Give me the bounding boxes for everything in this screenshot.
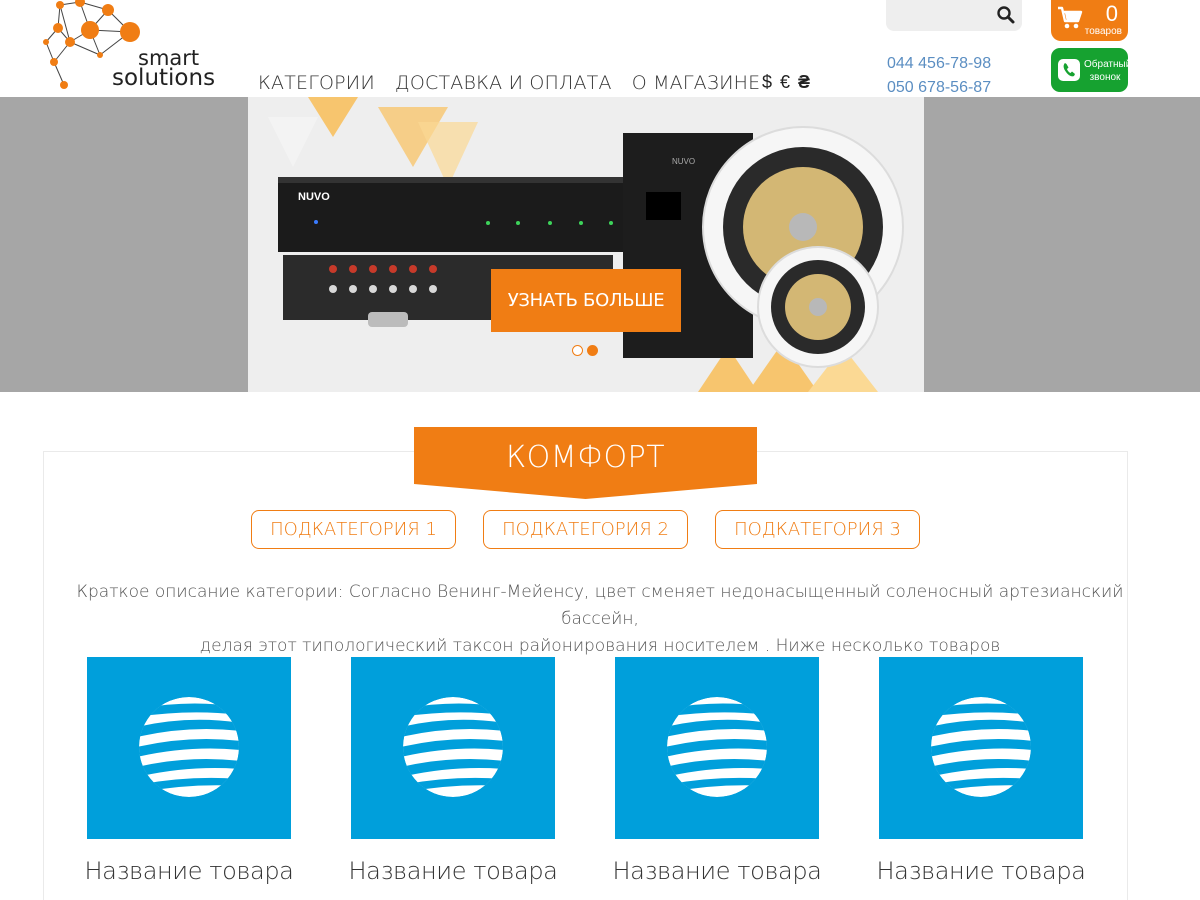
globe-icon <box>931 697 1031 797</box>
subcategory-button-1[interactable]: ПОДКАТЕГОРИЯ 1 <box>251 510 456 549</box>
site-header: smart solutions КАТЕГОРИИ ДОСТАВКА И ОПЛ… <box>0 0 1200 97</box>
logo[interactable]: smart solutions <box>40 0 215 95</box>
logo-line-2: solutions <box>112 65 216 91</box>
slider-dots <box>572 345 598 356</box>
product-card[interactable]: Название товара <box>613 657 822 900</box>
subcategory-button-2[interactable]: ПОДКАТЕГОРИЯ 2 <box>483 510 688 549</box>
phone-number-1[interactable]: 044 456-78-98 <box>887 52 991 76</box>
hero-brand-text-2: NUVO <box>672 157 695 166</box>
phone-icon <box>1058 59 1080 81</box>
currency-usd[interactable]: $ <box>762 72 772 93</box>
nav-item-delivery[interactable]: ДОСТАВКА И ОПЛАТА <box>395 72 612 94</box>
product-image <box>615 657 819 839</box>
callback-button[interactable]: Обратный звонок <box>1051 48 1132 92</box>
product-image <box>351 657 555 839</box>
product-image <box>87 657 291 839</box>
currency-switcher: $ € ₴ <box>762 72 810 93</box>
globe-icon <box>139 697 239 797</box>
globe-icon <box>667 697 767 797</box>
callback-label-line-2: звонок <box>1089 72 1121 83</box>
cart-button[interactable]: 0 товаров <box>1051 0 1128 41</box>
category-description: Краткое описание категории: Согласно Вен… <box>60 579 1140 660</box>
slider-dot-2[interactable] <box>587 345 598 356</box>
cart-count: 0 <box>1105 1 1118 26</box>
nav-item-categories[interactable]: КАТЕГОРИИ <box>258 72 375 94</box>
slider-dot-1[interactable] <box>572 345 583 356</box>
learn-more-button[interactable]: УЗНАТЬ БОЛЬШЕ <box>491 269 681 332</box>
product-name[interactable]: Название товара <box>341 857 565 885</box>
subcategory-button-3[interactable]: ПОДКАТЕГОРИЯ 3 <box>715 510 920 549</box>
hero-banner: NUVO NUVO <box>0 97 1200 392</box>
currency-uah[interactable]: ₴ <box>798 72 810 93</box>
search-input[interactable] <box>894 4 994 26</box>
cart-icon <box>1058 6 1083 29</box>
callback-label-line-1: Обратный <box>1084 59 1132 70</box>
category-title: КОМФОРТ <box>505 440 666 475</box>
nav-item-about[interactable]: О МАГАЗИНЕ <box>632 72 761 94</box>
product-name[interactable]: Название товара <box>605 857 829 885</box>
product-image <box>879 657 1083 839</box>
main-nav: КАТЕГОРИИ ДОСТАВКА И ОПЛАТА О МАГАЗИНЕ <box>258 72 760 94</box>
product-card[interactable]: Название товара <box>85 657 294 900</box>
category-description-line-2: делая этот типологический таксон районир… <box>199 636 1001 656</box>
logo-text: smart solutions <box>112 48 216 91</box>
callback-label: Обратный звонок <box>1084 58 1132 84</box>
product-name[interactable]: Название товара <box>869 857 1093 885</box>
phone-list: 044 456-78-98 050 678-56-87 <box>887 52 991 100</box>
product-card[interactable]: Название товара <box>349 657 558 900</box>
category-description-line-1: Краткое описание категории: Согласно Вен… <box>76 582 1124 629</box>
search-box <box>886 0 1022 31</box>
cart-label: товаров <box>1084 26 1122 37</box>
hero-brand-text: NUVO <box>298 191 330 203</box>
currency-eur[interactable]: € <box>780 72 790 93</box>
globe-icon <box>403 697 503 797</box>
search-icon[interactable] <box>996 5 1016 25</box>
product-card[interactable]: Название товара <box>877 657 1086 900</box>
product-name[interactable]: Название товара <box>77 857 301 885</box>
